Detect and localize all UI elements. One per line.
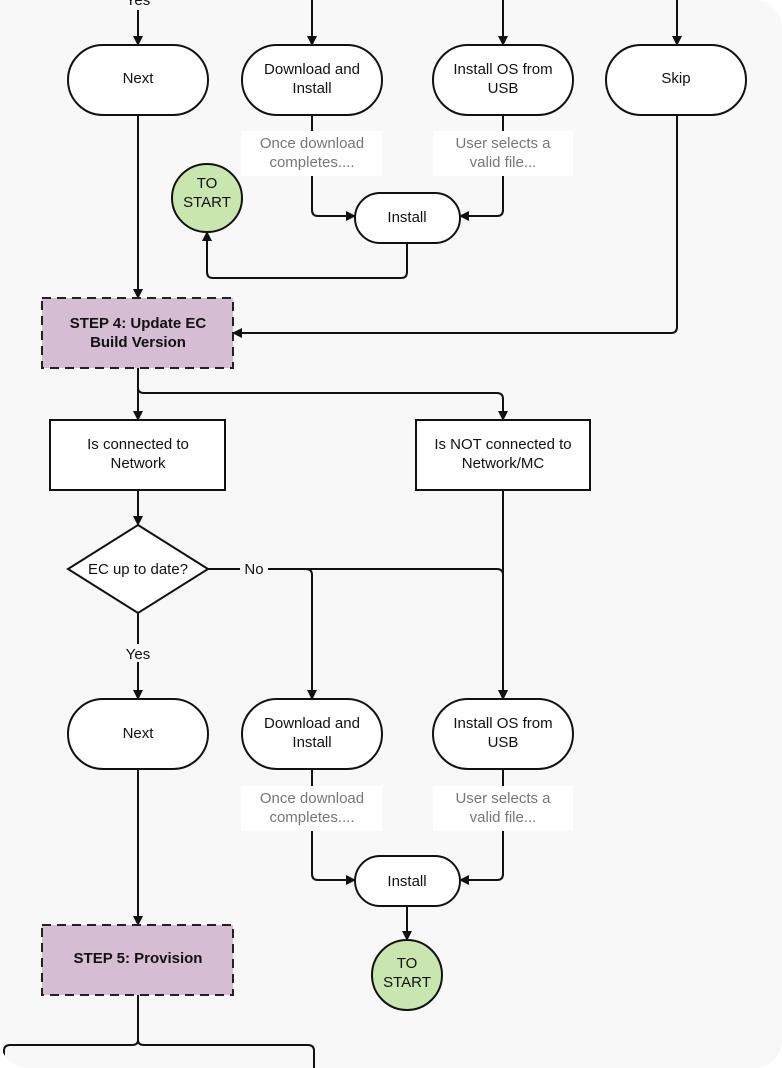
node-label: Download and [264, 61, 360, 78]
node-label: USB [488, 80, 519, 97]
note-text: valid file... [470, 154, 537, 171]
step5-node[interactable]: STEP 5: Provision [41, 924, 234, 996]
node-label: Install [387, 873, 426, 890]
note-text: completes.... [269, 154, 354, 171]
not-connected-node[interactable]: Is NOT connected to Network/MC [415, 419, 591, 491]
next-node-bottom[interactable]: Next [67, 698, 209, 770]
note-download-bottom: Once download completes.... [241, 786, 382, 831]
node-label: Skip [661, 70, 690, 87]
note-text: User selects a [455, 790, 551, 807]
node-label: Network [110, 455, 166, 472]
node-label: Install [292, 80, 331, 97]
note-text: completes.... [269, 809, 354, 826]
note-text: valid file... [470, 809, 537, 826]
to-start-node-top[interactable]: TO START [171, 163, 243, 233]
node-label: START [183, 194, 231, 211]
yes-label-top: Yes [126, 0, 150, 9]
flowchart-canvas: Yes Next Download and Install Install OS… [0, 0, 782, 1068]
node-label: Install [292, 734, 331, 751]
yes-label: Yes [126, 646, 150, 663]
node-label: EC up to date? [88, 561, 188, 578]
install-usb-node-bottom[interactable]: Install OS from USB [432, 698, 574, 770]
connected-node[interactable]: Is connected to Network [49, 419, 226, 491]
node-label: TO [197, 175, 218, 192]
node-label: Install OS from [453, 61, 552, 78]
node-label: Network/MC [462, 455, 545, 472]
node-label: Is connected to [87, 436, 189, 453]
decision-ec-up-to-date[interactable]: EC up to date? [66, 523, 210, 615]
note-usb-top: User selects a valid file... [433, 131, 573, 176]
note-download-top: Once download completes.... [241, 131, 382, 176]
node-label: STEP 5: Provision [74, 950, 203, 967]
node-label: Build Version [90, 334, 186, 351]
to-start-node-bottom[interactable]: TO START [371, 939, 443, 1011]
skip-node[interactable]: Skip [605, 44, 747, 116]
node-label: USB [488, 734, 519, 751]
node-label: STEP 4: Update EC [70, 315, 207, 332]
node-label: START [383, 974, 431, 991]
node-label: TO [397, 955, 418, 972]
install-usb-node-top[interactable]: Install OS from USB [432, 44, 574, 116]
node-label: Download and [264, 715, 360, 732]
note-text: User selects a [455, 135, 551, 152]
note-text: Once download [260, 135, 364, 152]
node-label: Next [123, 725, 155, 742]
download-install-node-bottom[interactable]: Download and Install [241, 698, 383, 770]
install-node-bottom[interactable]: Install [354, 855, 461, 907]
step4-node[interactable]: STEP 4: Update EC Build Version [41, 297, 234, 369]
download-install-node-top[interactable]: Download and Install [241, 44, 383, 116]
next-node-top[interactable]: Next [67, 44, 209, 116]
node-label: Is NOT connected to [434, 436, 571, 453]
no-label: No [244, 561, 263, 578]
node-label: Next [123, 70, 155, 87]
install-node-top[interactable]: Install [354, 192, 461, 244]
node-label: Install OS from [453, 715, 552, 732]
flowchart: Yes Next Download and Install Install OS… [3, 0, 747, 1068]
note-text: Once download [260, 790, 364, 807]
node-label: Install [387, 209, 426, 226]
note-usb-bottom: User selects a valid file... [433, 786, 573, 831]
